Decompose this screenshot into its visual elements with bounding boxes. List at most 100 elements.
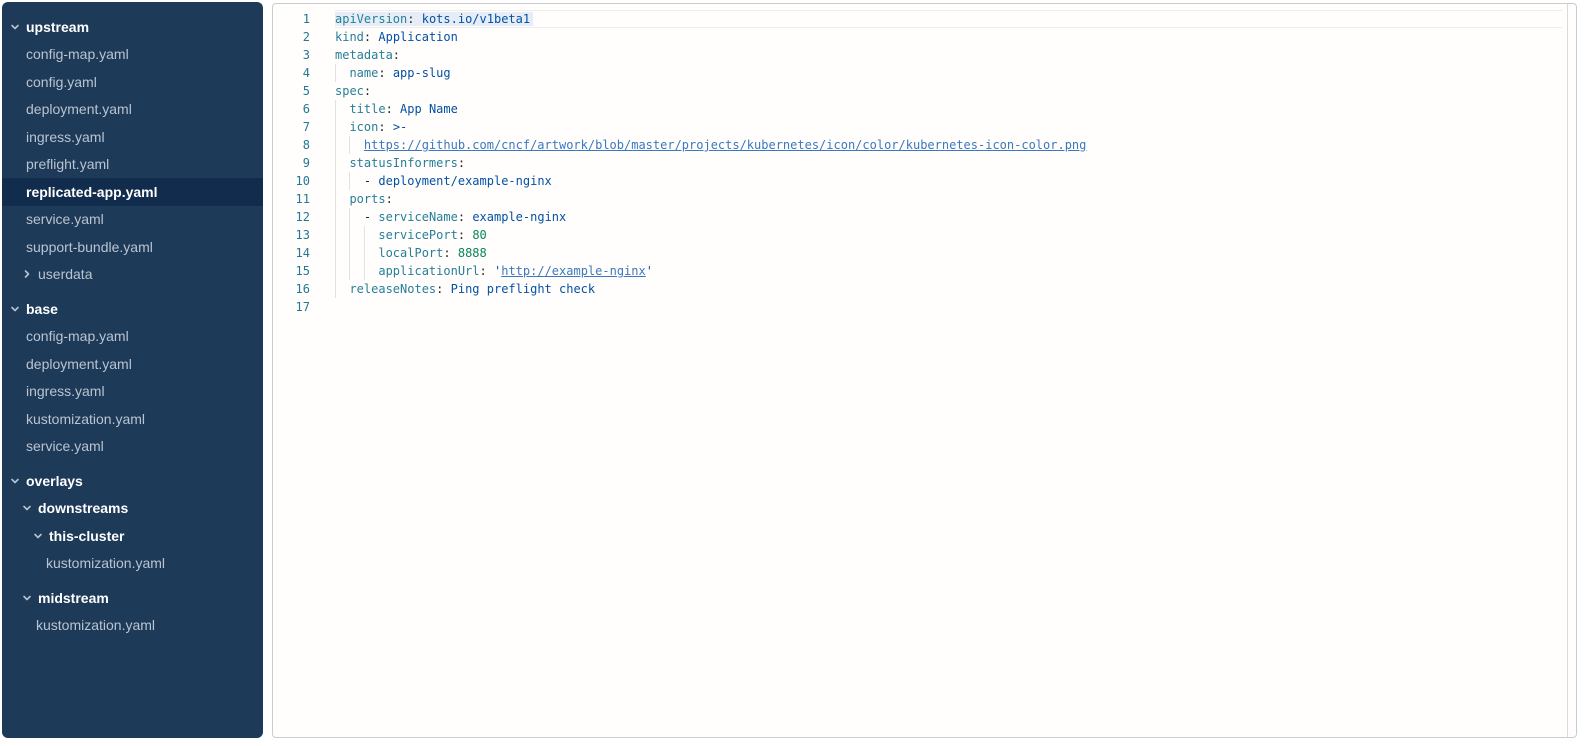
sidebar-item-ingress-yaml[interactable]: ingress.yaml [2, 378, 263, 406]
code-token: : [458, 210, 465, 224]
code-line-1[interactable]: 1apiVersion: kots.io/v1beta1 [273, 10, 1576, 28]
code-token [335, 102, 349, 116]
sidebar-item-kustomization-yaml[interactable]: kustomization.yaml [2, 612, 263, 640]
code-line-content: metadata: [335, 46, 1562, 64]
code-line-10[interactable]: 10 - deployment/example-nginx [273, 172, 1576, 190]
sidebar-item-preflight-yaml[interactable]: preflight.yaml [2, 151, 263, 179]
sidebar-item-ingress-yaml[interactable]: ingress.yaml [2, 123, 263, 151]
code-token: spec [335, 84, 364, 98]
sidebar-item-config-map-yaml[interactable]: config-map.yaml [2, 41, 263, 69]
indent-guide [335, 280, 336, 298]
sidebar-item-userdata[interactable]: userdata [2, 261, 263, 289]
code-token: : [386, 102, 393, 116]
code-token: title [349, 102, 385, 116]
code-line-2[interactable]: 2kind: Application [273, 28, 1576, 46]
code-token: : [480, 264, 487, 278]
url-link[interactable]: https://github.com/cncf/artwork/blob/mas… [364, 138, 1086, 152]
code-line-content: localPort: 8888 [335, 244, 1562, 262]
code-token: localPort [378, 246, 443, 260]
sidebar-item-config-yaml[interactable]: config.yaml [2, 68, 263, 96]
chevron-down-icon [10, 22, 20, 32]
code-line-9[interactable]: 9 statusInformers: [273, 154, 1576, 172]
sidebar-item-support-bundle-yaml[interactable]: support-bundle.yaml [2, 233, 263, 261]
sidebar-item-label: replicated-app.yaml [26, 184, 158, 200]
code-line-8[interactable]: 8 https://github.com/cncf/artwork/blob/m… [273, 136, 1576, 154]
code-token: >- [393, 120, 407, 134]
code-token: Ping preflight check [451, 282, 596, 296]
code-editor[interactable]: 1apiVersion: kots.io/v1beta12kind: Appli… [272, 3, 1577, 738]
code-token: ports [349, 192, 385, 206]
sidebar-item-label: kustomization.yaml [46, 555, 165, 571]
code-token [443, 282, 450, 296]
code-line-4[interactable]: 4 name: app-slug [273, 64, 1576, 82]
url-link[interactable]: http://example-nginx [501, 264, 646, 278]
code-line-16[interactable]: 16 releaseNotes: Ping preflight check [273, 280, 1576, 298]
indent-guide [335, 136, 336, 154]
code-token [335, 120, 349, 134]
code-token: name [349, 66, 378, 80]
code-token: ' [646, 264, 653, 278]
sidebar-item-kustomization-yaml[interactable]: kustomization.yaml [2, 550, 263, 578]
code-token: kind [335, 30, 364, 44]
line-number: 2 [273, 28, 310, 46]
sidebar-item-deployment-yaml[interactable]: deployment.yaml [2, 350, 263, 378]
line-number: 1 [273, 10, 310, 28]
code-token: serviceName [378, 210, 457, 224]
code-line-7[interactable]: 7 icon: >- [273, 118, 1576, 136]
code-token: 8888 [458, 246, 487, 260]
sidebar-item-midstream[interactable]: midstream [2, 584, 263, 612]
code-token: : [393, 48, 400, 62]
sidebar-item-upstream[interactable]: upstream [2, 13, 263, 41]
indent-guide [335, 226, 336, 244]
code-line-6[interactable]: 6 title: App Name [273, 100, 1576, 118]
line-number: 14 [273, 244, 310, 262]
sidebar-item-downstreams[interactable]: downstreams [2, 495, 263, 523]
code-token: App Name [400, 102, 458, 116]
chevron-down-icon [33, 531, 43, 541]
code-line-17[interactable]: 17 [273, 298, 1576, 316]
code-line-13[interactable]: 13 servicePort: 80 [273, 226, 1576, 244]
indent-guide [364, 262, 365, 280]
sidebar-item-config-map-yaml[interactable]: config-map.yaml [2, 323, 263, 351]
chevron-down-icon [22, 593, 32, 603]
indent-guide [349, 244, 350, 262]
indent-guide [335, 244, 336, 262]
sidebar-item-label: config.yaml [26, 74, 97, 90]
code-line-14[interactable]: 14 localPort: 8888 [273, 244, 1576, 262]
sidebar-item-label: overlays [26, 473, 83, 489]
code-line-content: ports: [335, 190, 1562, 208]
sidebar-item-base[interactable]: base [2, 295, 263, 323]
sidebar-item-replicated-app-yaml[interactable]: replicated-app.yaml [2, 178, 263, 206]
code-line-5[interactable]: 5spec: [273, 82, 1576, 100]
sidebar-item-overlays[interactable]: overlays [2, 467, 263, 495]
sidebar-item-deployment-yaml[interactable]: deployment.yaml [2, 96, 263, 124]
sidebar-item-label: service.yaml [26, 211, 104, 227]
indent-guide [335, 118, 336, 136]
code-token: statusInformers [349, 156, 457, 170]
indent-guide [335, 154, 336, 172]
code-line-11[interactable]: 11 ports: [273, 190, 1576, 208]
code-line-15[interactable]: 15 applicationUrl: 'http://example-nginx… [273, 262, 1576, 280]
sidebar-item-service-yaml[interactable]: service.yaml [2, 433, 263, 461]
sidebar-item-kustomization-yaml[interactable]: kustomization.yaml [2, 405, 263, 433]
sidebar-item-label: deployment.yaml [26, 101, 132, 117]
sidebar-item-label: service.yaml [26, 438, 104, 454]
code-line-content: icon: >- [335, 118, 1562, 136]
code-line-content [335, 298, 1562, 316]
code-token [335, 246, 378, 260]
sidebar-item-label: support-bundle.yaml [26, 239, 153, 255]
code-token: app-slug [393, 66, 451, 80]
line-number: 3 [273, 46, 310, 64]
code-line-12[interactable]: 12 - serviceName: example-nginx [273, 208, 1576, 226]
sidebar-item-service-yaml[interactable]: service.yaml [2, 206, 263, 234]
sidebar-item-label: preflight.yaml [26, 156, 109, 172]
sidebar-item-this-cluster[interactable]: this-cluster [2, 522, 263, 550]
indent-guide [335, 208, 336, 226]
code-line-content: https://github.com/cncf/artwork/blob/mas… [335, 136, 1562, 154]
indent-guide [349, 172, 350, 190]
code-line-content: - serviceName: example-nginx [335, 208, 1562, 226]
line-number: 15 [273, 262, 310, 280]
indent-guide [349, 208, 350, 226]
indent-guide [349, 226, 350, 244]
code-line-3[interactable]: 3 metadata: [273, 46, 1576, 64]
